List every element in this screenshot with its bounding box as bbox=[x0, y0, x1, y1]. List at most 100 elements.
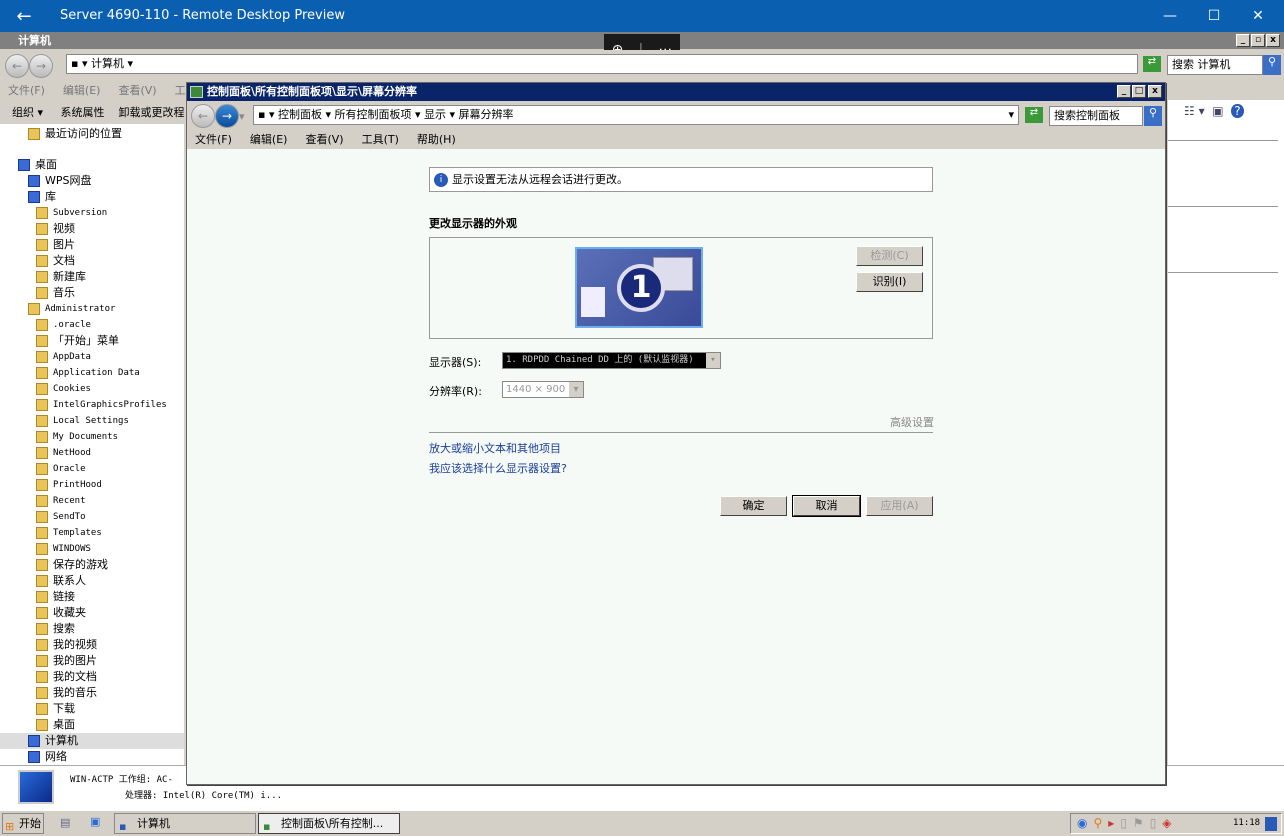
sidebar-item[interactable]: 最近访问的位置 bbox=[28, 126, 184, 142]
sidebar-item[interactable]: 新建库 bbox=[36, 269, 184, 285]
explorer-minimize[interactable]: _ bbox=[1236, 34, 1250, 47]
refresh-icon[interactable]: ⇄ bbox=[1143, 56, 1161, 72]
resolution-select[interactable]: 1440 × 900 ▾ bbox=[502, 381, 584, 398]
cp-close[interactable]: x bbox=[1148, 85, 1162, 98]
explorer-close[interactable]: x bbox=[1266, 34, 1280, 47]
sidebar-item[interactable]: Recent bbox=[36, 493, 184, 509]
sidebar-item[interactable]: WINDOWS bbox=[36, 541, 184, 557]
flag-icon[interactable]: ⚑ bbox=[1133, 816, 1150, 830]
sidebar-item[interactable]: 我的音乐 bbox=[36, 685, 184, 701]
sidebar-item[interactable]: Oracle bbox=[36, 461, 184, 477]
sidebar-item[interactable]: NetHood bbox=[36, 445, 184, 461]
back-arrow-icon[interactable]: ← bbox=[0, 0, 48, 32]
sidebar-item[interactable]: 我的文档 bbox=[36, 669, 184, 685]
sidebar-item[interactable]: 我的图片 bbox=[36, 653, 184, 669]
sidebar-item[interactable]: 搜索 bbox=[36, 621, 184, 637]
menu-file[interactable]: 文件(F) bbox=[8, 84, 45, 97]
powershell-icon[interactable]: ▣ bbox=[90, 815, 100, 828]
cp-forward-button[interactable]: → bbox=[215, 104, 239, 128]
menu-view[interactable]: 查看(V) bbox=[118, 84, 156, 97]
forward-button[interactable]: → bbox=[29, 54, 53, 78]
cp-menu-file[interactable]: 文件(F) bbox=[195, 133, 232, 146]
sidebar-item[interactable]: 联系人 bbox=[36, 573, 184, 589]
cancel-button[interactable]: 取消 bbox=[792, 495, 861, 517]
organize-button[interactable]: 组织 bbox=[12, 106, 34, 119]
breadcrumb-resolution[interactable]: 屏幕分辨率 bbox=[459, 108, 514, 121]
sidebar-item[interactable]: 视频 bbox=[36, 221, 184, 237]
sidebar-item[interactable]: PrintHood bbox=[36, 477, 184, 493]
uninstall-button[interactable]: 卸载或更改程 bbox=[119, 106, 185, 119]
sidebar-item[interactable]: Application Data bbox=[36, 365, 184, 381]
minimize-button[interactable]: — bbox=[1150, 4, 1190, 28]
view-options-icon[interactable]: ☷ ▾ ▣ ? bbox=[1184, 104, 1244, 118]
taskbar-item-computer[interactable]: ▪ 计算机 bbox=[114, 813, 256, 834]
clock[interactable]: 11:18 bbox=[1233, 814, 1260, 833]
sidebar-item[interactable]: 图片 bbox=[36, 237, 184, 253]
sidebar-item[interactable]: Templates bbox=[36, 525, 184, 541]
display-select[interactable]: 1. RDPDD Chained DD 上的 (默认监视器) ▾ bbox=[502, 352, 721, 369]
sidebar-item[interactable]: 「开始」菜单 bbox=[36, 333, 184, 349]
advanced-settings-link[interactable]: 高级设置 bbox=[890, 414, 934, 430]
sidebar-item[interactable]: 收藏夹 bbox=[36, 605, 184, 621]
sidebar-item[interactable]: WPS网盘 bbox=[28, 173, 184, 189]
search-icon[interactable]: ⚲ bbox=[1263, 55, 1281, 75]
volume-icon[interactable]: ◈ bbox=[1162, 816, 1177, 830]
cp-menu-help[interactable]: 帮助(H) bbox=[417, 133, 456, 146]
cp-minimize[interactable]: _ bbox=[1117, 85, 1131, 98]
display-help-link[interactable]: 我应该选择什么显示器设置? bbox=[429, 460, 567, 476]
close-button[interactable]: ✕ bbox=[1238, 4, 1278, 28]
sidebar-item[interactable]: 计算机 bbox=[0, 733, 184, 749]
monitor-1-preview[interactable]: 1 bbox=[575, 247, 703, 328]
cp-menu-tools[interactable]: 工具(T) bbox=[362, 133, 399, 146]
cp-refresh-icon[interactable]: ⇄ bbox=[1025, 107, 1043, 123]
sidebar-item[interactable]: .oracle bbox=[36, 317, 184, 333]
explorer-restore[interactable]: ▫ bbox=[1251, 34, 1265, 47]
system-properties-button[interactable]: 系统属性 bbox=[61, 106, 105, 119]
network-icon[interactable]: ▯ bbox=[1150, 816, 1163, 830]
sidebar-item[interactable]: 我的视频 bbox=[36, 637, 184, 653]
sidebar-item[interactable]: My Documents bbox=[36, 429, 184, 445]
cp-search-icon[interactable]: ⚲ bbox=[1144, 106, 1162, 126]
sidebar-item[interactable]: 保存的游戏 bbox=[36, 557, 184, 573]
sidebar-item[interactable]: 库 bbox=[28, 189, 184, 205]
sidebar-item[interactable]: Cookies bbox=[36, 381, 184, 397]
start-button[interactable]: ⊞ 开始 bbox=[2, 813, 44, 834]
server-manager-icon[interactable]: ▤ bbox=[60, 816, 70, 829]
sidebar-item[interactable]: Administrator bbox=[28, 301, 184, 317]
identify-button[interactable]: 识别(I) bbox=[856, 272, 923, 292]
sidebar-item[interactable]: Subversion bbox=[36, 205, 184, 221]
sidebar-item[interactable]: IntelGraphicsProfiles bbox=[36, 397, 184, 413]
sidebar-item[interactable]: AppData bbox=[36, 349, 184, 365]
sidebar-item[interactable]: 网络 bbox=[28, 749, 184, 765]
sidebar-item[interactable]: 文档 bbox=[36, 253, 184, 269]
sidebar-item[interactable]: 桌面 bbox=[18, 157, 184, 173]
breadcrumb-display[interactable]: 显示 bbox=[424, 108, 446, 121]
sidebar-item[interactable]: 音乐 bbox=[36, 285, 184, 301]
show-desktop-icon[interactable] bbox=[1265, 817, 1277, 831]
maximize-button[interactable]: ☐ bbox=[1194, 4, 1234, 28]
recent-pages-icon[interactable]: ▾ bbox=[239, 110, 245, 123]
cp-menu-edit[interactable]: 编辑(E) bbox=[250, 133, 288, 146]
breadcrumb-all-items[interactable]: 所有控制面板项 bbox=[335, 108, 412, 121]
detect-button[interactable]: 检测(C) bbox=[856, 246, 923, 266]
sidebar-item[interactable]: Local Settings bbox=[36, 413, 184, 429]
cp-menu-view[interactable]: 查看(V) bbox=[305, 133, 343, 146]
search-input[interactable]: 搜索 计算机 bbox=[1167, 55, 1263, 75]
apply-button[interactable]: 应用(A) bbox=[866, 496, 933, 516]
cp-search-input[interactable]: 搜索控制面板 bbox=[1049, 106, 1143, 126]
cp-back-button[interactable]: ← bbox=[191, 104, 215, 128]
teamviewer-icon[interactable]: ◉ bbox=[1077, 816, 1093, 830]
menu-edit[interactable]: 编辑(E) bbox=[63, 84, 101, 97]
back-button[interactable]: ← bbox=[5, 54, 29, 78]
breadcrumb-control-panel[interactable]: 控制面板 bbox=[278, 108, 322, 121]
tray-app-icon[interactable]: ▸ bbox=[1108, 816, 1120, 830]
sidebar-item[interactable]: 下载 bbox=[36, 701, 184, 717]
taskbar-item-control-panel[interactable]: ▪ 控制面板\所有控制... bbox=[258, 813, 400, 834]
sidebar-item[interactable]: SendTo bbox=[36, 509, 184, 525]
cp-address-input[interactable]: ▪ ▾ 控制面板 ▾ 所有控制面板项 ▾ 显示 ▾ 屏幕分辨率 ▾ bbox=[253, 105, 1019, 125]
device-icon[interactable]: ▯ bbox=[1120, 816, 1133, 830]
text-size-link[interactable]: 放大或缩小文本和其他项目 bbox=[429, 440, 561, 456]
search-tray-icon[interactable]: ⚲ bbox=[1093, 816, 1108, 830]
ok-button[interactable]: 确定 bbox=[720, 496, 787, 516]
sidebar-item[interactable]: 桌面 bbox=[36, 717, 184, 733]
